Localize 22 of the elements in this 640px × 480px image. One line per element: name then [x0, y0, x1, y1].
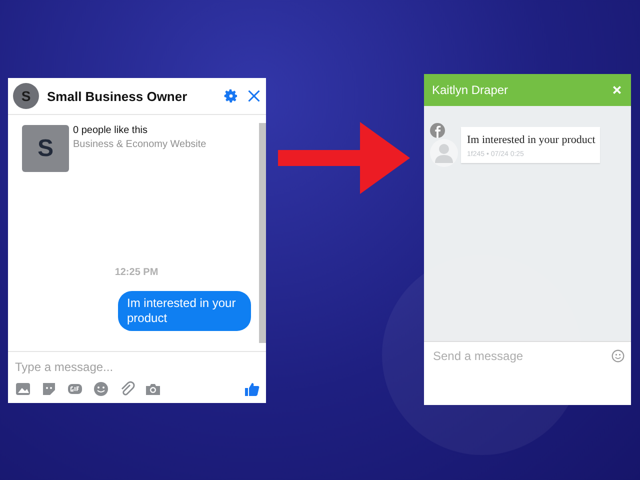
chat-title: Small Business Owner	[47, 88, 188, 104]
facebook-icon	[430, 123, 445, 138]
page-avatar: S	[22, 125, 69, 172]
close-icon[interactable]	[247, 89, 261, 103]
timestamp: 12:25 PM	[114, 267, 158, 278]
thumbs-up-icon[interactable]	[244, 381, 260, 397]
paperclip-icon[interactable]	[119, 381, 135, 397]
avatar: S	[13, 83, 39, 109]
message-text: Im interested in your product	[467, 134, 596, 146]
settings-icon[interactable]	[223, 88, 239, 104]
user-icon	[430, 139, 458, 167]
sticker-icon[interactable]	[41, 381, 57, 397]
camera-icon[interactable]	[145, 381, 161, 397]
likes-count: 0 people like this	[73, 125, 148, 136]
page-category: Business & Economy Website	[73, 139, 206, 150]
message-bubble: Im interested in your product	[118, 291, 251, 331]
emoji-icon[interactable]	[611, 349, 625, 363]
chat-title: Kaitlyn Draper	[432, 83, 508, 97]
image-icon[interactable]	[15, 381, 31, 397]
gif-icon[interactable]	[67, 381, 83, 397]
emoji-icon[interactable]	[93, 381, 109, 397]
scrollbar[interactable]	[259, 123, 266, 343]
